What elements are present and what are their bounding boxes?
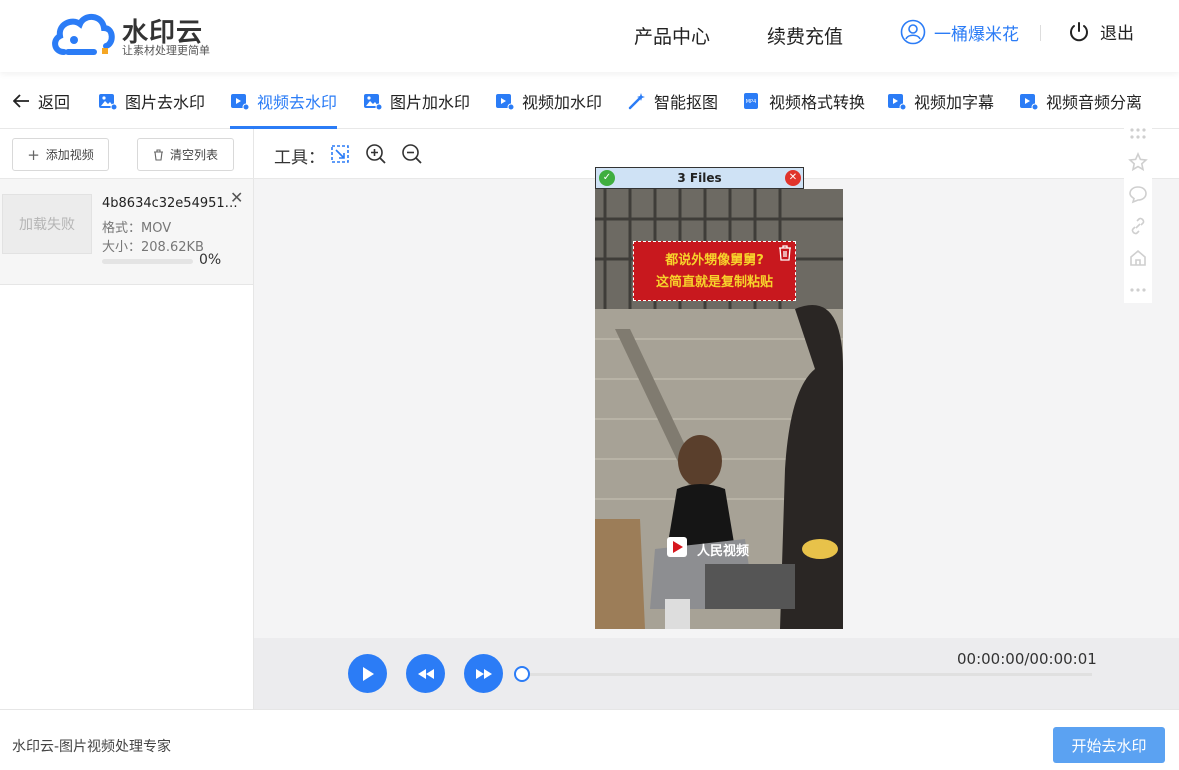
- cloud-logo-icon: [52, 14, 115, 55]
- tab-label: 视频去水印: [257, 93, 338, 112]
- tab-video-add-subtitle[interactable]: 视频加字幕: [887, 73, 994, 129]
- logout-button[interactable]: 退出: [1068, 19, 1134, 44]
- app-footer: 水印云-图片视频处理专家 开始去水印: [0, 709, 1179, 770]
- tab-video-remove-watermark[interactable]: 视频去水印: [230, 73, 338, 129]
- logo-slogan: 让素材处理更简单: [122, 44, 210, 57]
- zoom-out-icon[interactable]: [401, 143, 423, 165]
- trash-icon: [153, 148, 163, 161]
- magic-wand-icon: [628, 93, 645, 110]
- zoom-in-icon[interactable]: [365, 143, 387, 165]
- app-header: 水印云 让素材处理更简单 产品中心 续费充值 一桶爆米花 退出: [0, 0, 1179, 72]
- file-progress-label: 0%: [199, 252, 222, 268]
- editor-area: 工具： 都说外甥像舅舅? 这简直就是复制粘贴 人民视频 3 Files ✓ ✕ …: [254, 129, 1179, 709]
- close-icon[interactable]: ✕: [785, 170, 801, 186]
- rewind-button[interactable]: [406, 654, 445, 693]
- tool-tabs: 返回 图片去水印 视频去水印 图片加水印 视频加水印 智能抠图 MP4 视频格式…: [0, 73, 1179, 129]
- divider: [1040, 25, 1041, 41]
- list-item[interactable]: 加载失败 4b8634c32e5495127… 格式：MOV 大小：208.62…: [0, 179, 253, 285]
- star-icon[interactable]: [1128, 152, 1148, 172]
- user-menu[interactable]: 一桶爆米花: [900, 19, 1019, 45]
- tab-label: 视频格式转换: [769, 93, 866, 112]
- caption-line-1: 都说外甥像舅舅?: [665, 253, 764, 268]
- image-icon: [99, 94, 117, 110]
- progress-track[interactable]: [524, 673, 1092, 676]
- video-icon: [496, 94, 514, 110]
- file-thumbnail: 加载失败: [2, 194, 92, 254]
- right-floating-toolbar: [1124, 118, 1152, 303]
- time-display: 00:00:00/00:00:01: [957, 650, 1097, 668]
- file-progress-bar: [102, 259, 193, 264]
- tool-label: 工具：: [274, 148, 325, 168]
- remove-file-close-icon[interactable]: ✕: [230, 188, 243, 207]
- user-icon: [900, 19, 926, 45]
- home-icon[interactable]: [1128, 248, 1148, 268]
- back-button[interactable]: 返回: [13, 73, 70, 129]
- video-icon: [1020, 94, 1038, 110]
- trash-icon[interactable]: [777, 244, 793, 262]
- tab-label: 图片加水印: [390, 93, 471, 112]
- nav-product-center[interactable]: 产品中心: [634, 22, 710, 49]
- arrow-left-icon: [13, 94, 29, 108]
- image-icon: [364, 94, 382, 110]
- tab-label: 视频加水印: [522, 93, 603, 112]
- file-size: 大小：208.62KB: [102, 240, 204, 255]
- svg-text:MP4: MP4: [746, 99, 757, 105]
- video-icon: [888, 94, 906, 110]
- tab-image-remove-watermark[interactable]: 图片去水印: [98, 73, 205, 129]
- logout-label: 退出: [1100, 24, 1134, 44]
- clear-list-label: 清空列表: [169, 148, 218, 162]
- rewind-icon: [417, 668, 434, 679]
- plus-icon: +: [27, 145, 40, 164]
- more-icon[interactable]: [1128, 280, 1148, 300]
- caption-overlay: 都说外甥像舅舅? 这简直就是复制粘贴: [633, 241, 796, 301]
- mp4-icon: MP4: [744, 93, 758, 109]
- check-icon[interactable]: ✓: [599, 170, 615, 186]
- caption-line-2: 这简直就是复制粘贴: [655, 275, 773, 290]
- power-icon: [1070, 21, 1088, 41]
- tab-label: 视频音频分离: [1046, 93, 1143, 112]
- tab-label: 图片去水印: [125, 93, 206, 112]
- tab-image-add-watermark[interactable]: 图片加水印: [363, 73, 470, 129]
- link-icon[interactable]: [1128, 216, 1148, 236]
- logo[interactable]: 水印云 让素材处理更简单: [50, 10, 220, 60]
- video-preview[interactable]: 都说外甥像舅舅? 这简直就是复制粘贴 人民视频: [595, 189, 843, 629]
- fast-forward-icon: [475, 668, 492, 679]
- play-icon: [362, 666, 374, 681]
- grid-icon[interactable]: [1128, 124, 1148, 144]
- video-icon: [231, 94, 249, 110]
- nav-recharge[interactable]: 续费充值: [767, 22, 843, 49]
- tab-video-format-convert[interactable]: MP4 视频格式转换: [742, 73, 865, 129]
- file-sidebar: + 添加视频 清空列表 加载失败 4b8634c32e5495127… 格式：M…: [0, 129, 254, 709]
- files-count-label: 3 Files: [677, 171, 722, 185]
- user-name: 一桶爆米花: [934, 24, 1019, 45]
- tab-label: 智能抠图: [654, 93, 719, 112]
- tab-label: 返回: [38, 93, 71, 112]
- add-video-label: 添加视频: [45, 148, 94, 162]
- tab-label: 视频加字幕: [914, 93, 995, 112]
- progress-handle[interactable]: [514, 666, 530, 682]
- file-name: 4b8634c32e5495127…: [102, 196, 244, 211]
- fast-forward-button[interactable]: [464, 654, 503, 693]
- watermark-text: 人民视频: [697, 544, 750, 559]
- player-controls: 00:00:00/00:00:01: [254, 638, 1179, 709]
- start-remove-watermark-button[interactable]: 开始去水印: [1053, 727, 1165, 763]
- play-button[interactable]: [348, 654, 387, 693]
- clear-list-button[interactable]: 清空列表: [137, 138, 234, 171]
- overlay-title-bar: 3 Files ✓ ✕: [595, 167, 804, 189]
- file-format: 格式：MOV: [102, 221, 172, 236]
- comment-icon[interactable]: [1128, 184, 1148, 204]
- select-region-icon[interactable]: [329, 143, 351, 165]
- footer-title: 水印云-图片视频处理专家: [12, 739, 172, 755]
- add-video-button[interactable]: + 添加视频: [12, 138, 109, 171]
- tab-smart-cutout[interactable]: 智能抠图: [627, 73, 718, 129]
- tab-video-add-watermark[interactable]: 视频加水印: [495, 73, 602, 129]
